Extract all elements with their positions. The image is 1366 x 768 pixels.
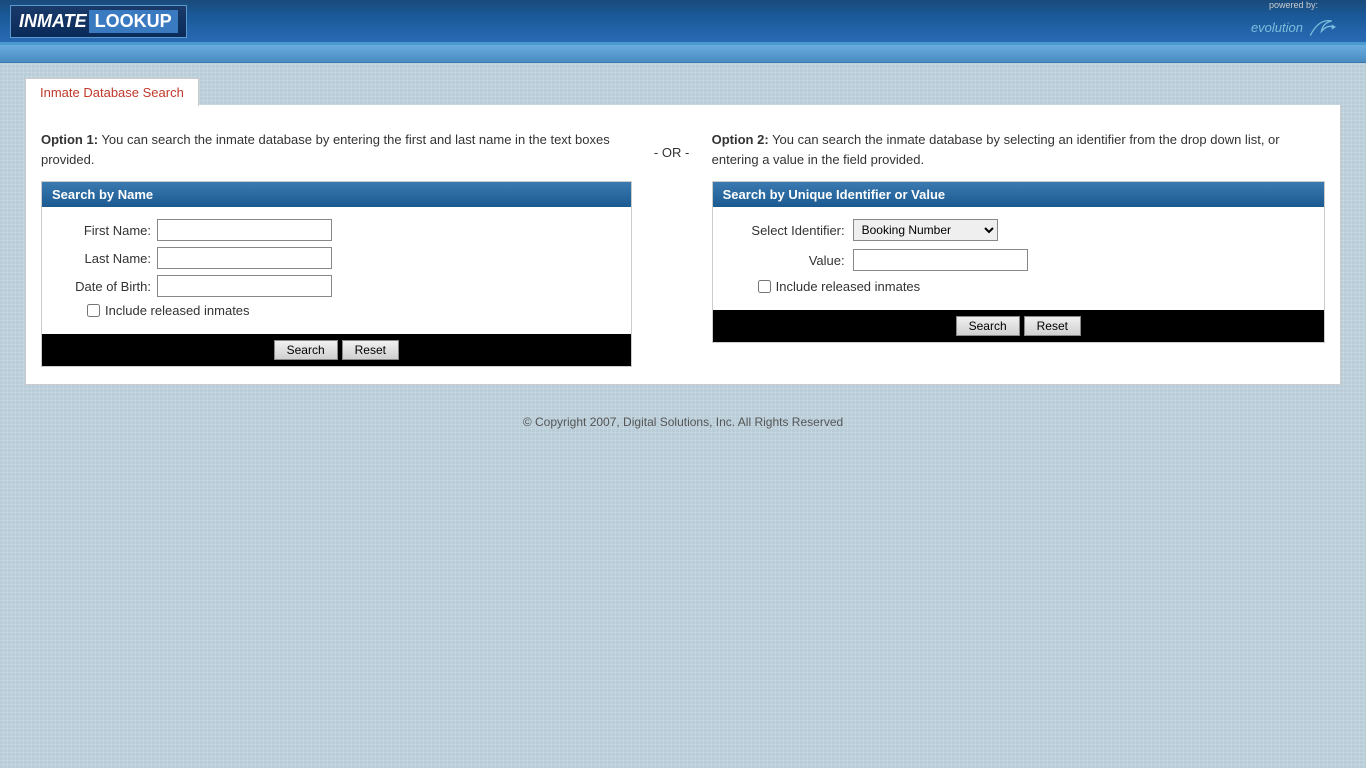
include-released-row-id: Include released inmates xyxy=(723,279,1314,294)
copyright-text: © Copyright 2007, Digital Solutions, Inc… xyxy=(523,415,843,429)
search-by-name-body: First Name: Last Name: Date of Birth: xyxy=(42,207,631,334)
include-released-checkbox-name[interactable] xyxy=(87,304,100,317)
or-divider: - OR - xyxy=(632,130,712,160)
identifier-value-input[interactable] xyxy=(853,249,1028,271)
search-by-identifier-body: Select Identifier: Booking Number SSN DO… xyxy=(713,207,1324,310)
option2-label: Option 2: xyxy=(712,132,769,147)
last-name-label: Last Name: xyxy=(52,251,157,266)
option1-label: Option 1: xyxy=(41,132,98,147)
powered-by-text: powered by: xyxy=(1269,0,1318,10)
option1-text: You can search the inmate database by en… xyxy=(41,132,610,167)
search-by-identifier-header: Search by Unique Identifier or Value xyxy=(713,182,1324,207)
footer: © Copyright 2007, Digital Solutions, Inc… xyxy=(0,400,1366,444)
logo-inmate: INMATE xyxy=(19,11,87,32)
search-by-identifier-box: Search by Unique Identifier or Value Sel… xyxy=(712,181,1325,343)
search-by-identifier-footer: Search Reset xyxy=(713,310,1324,342)
include-released-checkbox-id[interactable] xyxy=(758,280,771,293)
logo-area: INMATE LOOKUP xyxy=(10,5,187,38)
reset-button-name[interactable]: Reset xyxy=(342,340,399,360)
first-name-input[interactable] xyxy=(157,219,332,241)
evolution-swoosh-icon xyxy=(1306,12,1336,42)
option1-area: Option 1: You can search the inmate data… xyxy=(41,130,632,367)
search-by-name-header: Search by Name xyxy=(42,182,631,207)
last-name-input[interactable] xyxy=(157,247,332,269)
options-container: Option 1: You can search the inmate data… xyxy=(41,120,1325,367)
evolution-text: evolution xyxy=(1251,20,1303,35)
search-by-name-footer: Search Reset xyxy=(42,334,631,366)
evolution-logo: evolution xyxy=(1251,12,1336,42)
dob-label: Date of Birth: xyxy=(52,279,157,294)
first-name-label: First Name: xyxy=(52,223,157,238)
tab-inmate-database-search[interactable]: Inmate Database Search xyxy=(25,78,199,106)
option2-text: You can search the inmate database by se… xyxy=(712,132,1280,167)
header: INMATE LOOKUP powered by: evolution xyxy=(0,0,1366,45)
nav-bar xyxy=(0,45,1366,63)
logo-lookup: LOOKUP xyxy=(89,10,178,33)
reset-button-id[interactable]: Reset xyxy=(1024,316,1081,336)
main-wrapper: Inmate Database Search Option 1: You can… xyxy=(0,63,1366,400)
select-identifier-label: Select Identifier: xyxy=(723,223,853,238)
include-released-label-name: Include released inmates xyxy=(105,303,250,318)
search-button-id[interactable]: Search xyxy=(956,316,1020,336)
content-panel: Option 1: You can search the inmate data… xyxy=(25,105,1341,385)
logo-box: INMATE LOOKUP xyxy=(10,5,187,38)
value-label: Value: xyxy=(723,253,853,268)
option2-area: Option 2: You can search the inmate data… xyxy=(712,130,1325,343)
tab-header: Inmate Database Search xyxy=(25,78,1341,105)
option1-description: Option 1: You can search the inmate data… xyxy=(41,130,632,169)
value-row: Value: xyxy=(723,249,1314,271)
search-button-name[interactable]: Search xyxy=(274,340,338,360)
last-name-row: Last Name: xyxy=(52,247,621,269)
powered-by-section: powered by: evolution xyxy=(1251,0,1336,42)
select-identifier-row: Select Identifier: Booking Number SSN DO… xyxy=(723,219,1314,241)
first-name-row: First Name: xyxy=(52,219,621,241)
dob-input[interactable] xyxy=(157,275,332,297)
search-by-name-box: Search by Name First Name: Last Name: Da… xyxy=(41,181,632,367)
identifier-select[interactable]: Booking Number SSN DOB ID Number xyxy=(853,219,998,241)
dob-row: Date of Birth: xyxy=(52,275,621,297)
include-released-label-id: Include released inmates xyxy=(776,279,921,294)
include-released-row-name: Include released inmates xyxy=(52,303,621,318)
option2-description: Option 2: You can search the inmate data… xyxy=(712,130,1325,169)
